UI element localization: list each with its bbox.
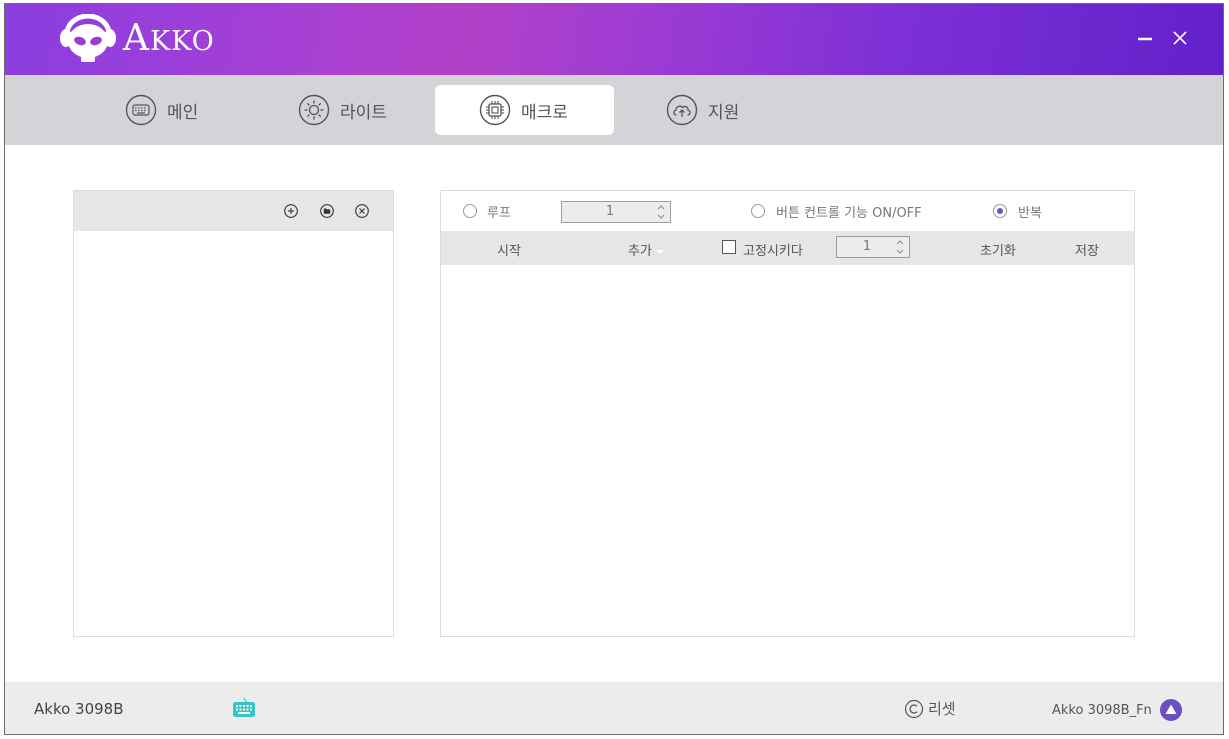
akko-logo: AKKO <box>59 14 215 64</box>
keyboard-icon <box>125 94 157 126</box>
reset-macro-button[interactable]: 초기화 <box>980 240 1016 259</box>
akko-skull-icon <box>60 14 116 62</box>
logo-text: AKKO <box>123 18 215 59</box>
copyright-reset-icon <box>904 699 924 718</box>
stepper-arrows-icon[interactable] <box>895 238 905 256</box>
tab-main[interactable]: 메인 <box>125 85 198 135</box>
close-icon[interactable] <box>1168 26 1192 50</box>
add-dropdown-button[interactable]: 추가 <box>628 240 665 259</box>
caret-down-icon <box>656 249 665 254</box>
tab-light-label: 라이트 <box>340 102 387 123</box>
title-bar: AKKO <box>5 4 1223 75</box>
macro-header-row: 시작 추가 고정시키다 1 초기화 저장 <box>441 231 1134 265</box>
save-macro-button[interactable]: 저장 <box>1075 240 1099 259</box>
repeat-label: 반복 <box>1018 206 1042 221</box>
reset-label: 리셋 <box>928 700 956 718</box>
keyboard-icon[interactable] <box>232 696 256 720</box>
repeat-radio[interactable] <box>993 204 1007 218</box>
button-control-label: 버튼 컨트롤 기능 ON/OFF <box>776 206 922 221</box>
macro-editor-panel: 루프 1 버튼 컨트롤 기능 ON/OFF 반복 시작 추가 고정시키다 1 초… <box>440 190 1135 637</box>
sun-icon <box>298 94 330 126</box>
loop-label: 루프 <box>487 206 511 221</box>
tab-macro-label: 매크로 <box>521 102 568 123</box>
add-dropdown-label: 추가 <box>628 244 652 259</box>
loop-radio[interactable] <box>463 204 477 218</box>
profile-name: Akko 3098B_Fn <box>1052 702 1152 718</box>
profile-selector[interactable]: Akko 3098B_Fn <box>1052 699 1182 721</box>
status-bar: Akko 3098B 리셋 Akko 3098B_Fn <box>5 682 1223 734</box>
macro-list-panel <box>73 190 394 637</box>
minimize-icon[interactable] <box>1133 26 1157 50</box>
tab-light[interactable]: 라이트 <box>298 85 387 135</box>
triangle-up-icon[interactable] <box>1159 699 1182 721</box>
folder-icon[interactable] <box>319 203 335 219</box>
add-circle-icon[interactable] <box>283 203 299 219</box>
macro-options-row: 루프 1 버튼 컨트롤 기능 ON/OFF 반복 <box>441 191 1134 231</box>
button-control-radio[interactable] <box>751 204 765 218</box>
fixed-delay-checkbox[interactable] <box>722 240 736 254</box>
tab-macro[interactable]: 매크로 <box>435 85 614 135</box>
cloud-upload-icon <box>666 94 698 126</box>
device-name: Akko 3098B <box>34 700 124 718</box>
loop-count-stepper[interactable]: 1 <box>561 201 671 223</box>
tab-support-label: 지원 <box>708 102 740 123</box>
delete-circle-icon[interactable] <box>354 203 370 219</box>
tab-main-label: 메인 <box>167 102 199 123</box>
macro-list-toolbar <box>74 191 393 231</box>
chip-icon <box>479 94 511 126</box>
main-nav: 메인 라이트 매크로 지원 <box>5 75 1223 145</box>
reset-button[interactable]: 리셋 <box>904 698 956 719</box>
loop-count-value: 1 <box>605 204 615 219</box>
fixed-delay-label: 고정시키다 <box>743 244 803 259</box>
stepper-arrows-icon[interactable] <box>656 203 666 221</box>
tab-support[interactable]: 지원 <box>666 85 739 135</box>
app-window: AKKO 메인 라이트 매크로 지원 루프 1 버튼 컨트롤 기능 ON/OFF… <box>4 3 1224 735</box>
start-record-button[interactable]: 시작 <box>497 240 521 259</box>
fixed-delay-stepper[interactable]: 1 <box>836 236 910 258</box>
